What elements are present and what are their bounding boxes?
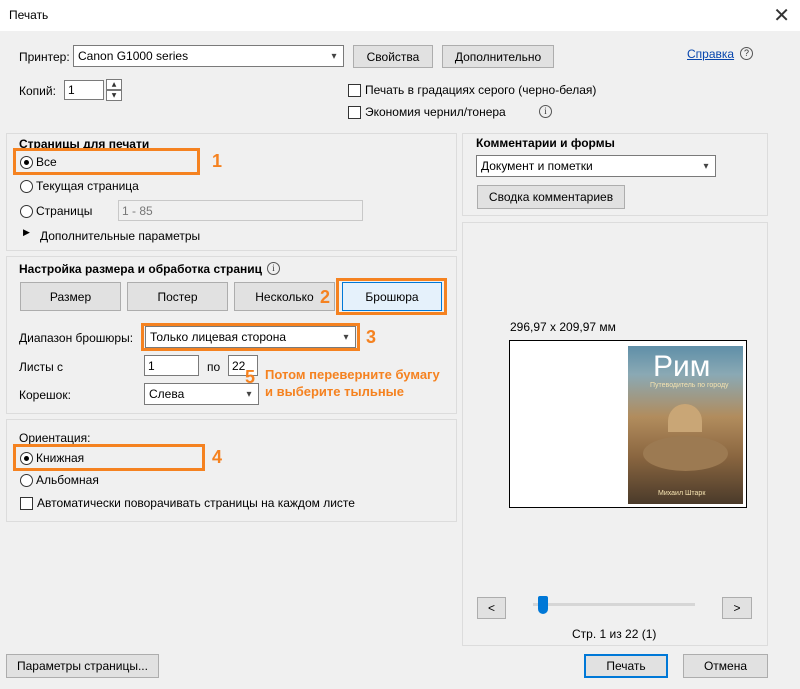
info-icon[interactable]: i — [267, 262, 280, 275]
annotation-note-line-2: и выберите тыльные — [265, 384, 405, 399]
cover-dome — [668, 404, 702, 432]
copies-label: Копий: — [19, 84, 56, 98]
triangle-right-icon[interactable]: ▶ — [23, 228, 30, 238]
chevron-down-icon: ▾ — [331, 50, 337, 62]
copies-input[interactable]: 1 — [64, 80, 104, 100]
orientation-heading: Ориентация: — [19, 431, 91, 445]
properties-button[interactable]: Свойства — [353, 45, 433, 68]
auto-rotate-checkbox[interactable] — [20, 497, 33, 510]
title-bar: Печать ✕ — [0, 0, 800, 31]
page-slider-thumb[interactable] — [537, 596, 548, 614]
save-ink-label: Экономия чернил/тонера — [365, 105, 506, 119]
printer-select-value: Canon G1000 series — [78, 49, 189, 63]
annotation-number-1: 1 — [212, 151, 223, 171]
auto-rotate-label: Автоматически поворачивать страницы на к… — [37, 496, 355, 510]
comments-select[interactable]: Документ и пометки ▾ — [476, 155, 716, 177]
annotation-number-5: 5 — [245, 367, 256, 387]
binding-select[interactable]: Слева ▾ — [144, 383, 259, 405]
binding-value: Слева — [149, 387, 185, 401]
page-slider-track[interactable] — [533, 603, 695, 606]
booklet-range-label: Диапазон брошюры: — [19, 331, 134, 345]
page-setup-button[interactable]: Параметры страницы... — [6, 654, 159, 678]
annotation-number-4: 4 — [212, 447, 223, 467]
cover-author: Михаил Штарк — [658, 490, 706, 497]
cover-title: Рим — [653, 350, 711, 383]
current-page-radio[interactable] — [20, 180, 33, 193]
comments-summary-button[interactable]: Сводка комментариев — [477, 185, 625, 209]
paper-size-text: 296,97 x 209,97 мм — [510, 320, 616, 334]
comments-select-value: Документ и пометки — [481, 159, 593, 173]
print-dialog: Печать ✕ Принтер: Canon G1000 series ▾ С… — [0, 0, 800, 689]
landscape-label: Альбомная — [36, 473, 99, 487]
preview-sheet: Рим Путеводитель по городу Михаил Штарк — [509, 340, 747, 508]
help-link[interactable]: Справка — [687, 47, 734, 61]
sheets-to-label: по — [207, 360, 221, 374]
cover-square — [643, 436, 728, 471]
page-indicator: Стр. 1 из 22 (1) — [572, 627, 657, 641]
grayscale-label: Печать в градациях серого (черно-белая) — [365, 83, 597, 97]
cover-subtitle: Путеводитель по городу — [650, 382, 729, 389]
cancel-button[interactable]: Отмена — [683, 654, 768, 678]
sheets-from-input[interactable]: 1 — [144, 355, 199, 376]
current-page-label: Текущая страница — [36, 179, 139, 193]
printer-label: Принтер: — [19, 50, 70, 64]
annotation-box-booklet — [336, 278, 447, 315]
sizing-heading: Настройка размера и обработка страниц — [19, 262, 262, 276]
grayscale-checkbox[interactable] — [348, 84, 361, 97]
annotation-number-2: 2 — [320, 287, 331, 307]
poster-button[interactable]: Постер — [127, 282, 228, 311]
annotation-note-line-1: Потом переверните бумагу — [265, 367, 440, 382]
comments-heading: Комментарии и формы — [476, 136, 615, 150]
cover-image: Рим Путеводитель по городу Михаил Штарк — [628, 346, 743, 504]
page-range-radio[interactable] — [20, 205, 33, 218]
prev-page-button[interactable]: < — [477, 597, 506, 619]
printer-select[interactable]: Canon G1000 series ▾ — [73, 45, 344, 67]
annotation-number-3: 3 — [366, 327, 377, 347]
window-title: Печать — [9, 8, 49, 22]
annotation-box-portrait — [13, 444, 205, 471]
save-ink-checkbox[interactable] — [348, 106, 361, 119]
size-button[interactable]: Размер — [20, 282, 121, 311]
advanced-button[interactable]: Дополнительно — [442, 45, 554, 68]
help-circle-icon[interactable]: ? — [740, 47, 753, 60]
sheets-from-label: Листы с — [19, 360, 64, 374]
page-range-label: Страницы — [36, 204, 93, 218]
landscape-radio[interactable] — [20, 474, 33, 487]
more-options-link[interactable]: Дополнительные параметры — [40, 229, 200, 243]
info-icon[interactable]: i — [539, 105, 552, 118]
annotation-box-all-pages — [13, 148, 200, 175]
annotation-box-range — [141, 323, 360, 351]
next-page-button[interactable]: > — [722, 597, 752, 619]
print-button[interactable]: Печать — [584, 654, 668, 678]
page-range-input[interactable]: 1 - 85 — [118, 200, 363, 221]
chevron-down-icon: ▾ — [703, 160, 709, 172]
close-icon[interactable]: ✕ — [773, 3, 790, 27]
binding-label: Корешок: — [19, 388, 71, 402]
copies-increment[interactable]: ▲ — [106, 79, 122, 90]
copies-decrement[interactable]: ▼ — [106, 90, 122, 101]
